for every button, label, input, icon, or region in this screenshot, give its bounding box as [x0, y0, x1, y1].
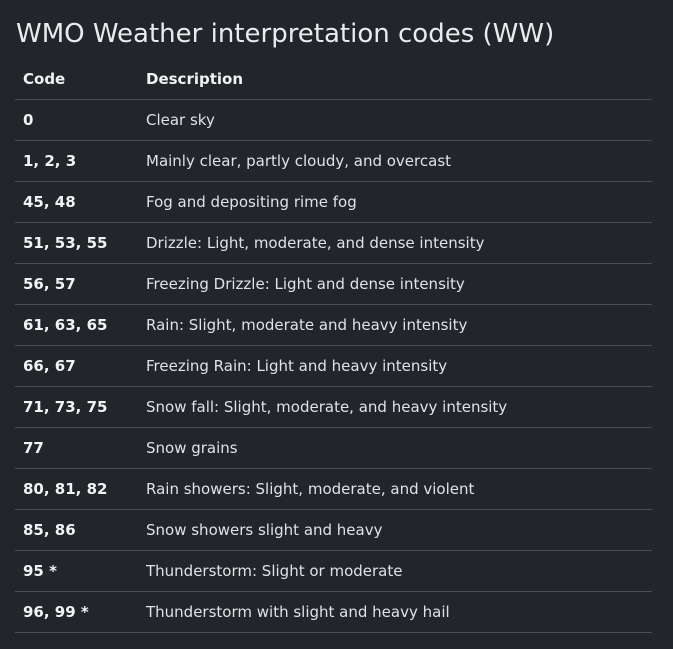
table-row: 71, 73, 75 Snow fall: Slight, moderate, …	[15, 386, 652, 428]
description-cell: Rain: Slight, moderate and heavy intensi…	[138, 304, 652, 346]
description-cell: Clear sky	[138, 99, 652, 141]
code-cell: 71, 73, 75	[15, 386, 138, 428]
table-row: 1, 2, 3 Mainly clear, partly cloudy, and…	[15, 140, 652, 182]
description-cell: Freezing Rain: Light and heavy intensity	[138, 345, 652, 387]
description-cell: Mainly clear, partly cloudy, and overcas…	[138, 140, 652, 182]
table-row: 85, 86 Snow showers slight and heavy	[15, 509, 652, 551]
wmo-codes-table: Code Description 0 Clear sky 1, 2, 3 Mai…	[15, 59, 652, 633]
code-cell: 96, 99 *	[15, 591, 138, 633]
description-cell: Thunderstorm with slight and heavy hail	[138, 591, 652, 633]
table-header: Code Description	[15, 59, 652, 100]
table-row: 95 * Thunderstorm: Slight or moderate	[15, 550, 652, 592]
column-header-code: Code	[15, 59, 138, 100]
page-title: WMO Weather interpretation codes (WW)	[16, 19, 555, 49]
table-row: 51, 53, 55 Drizzle: Light, moderate, and…	[15, 222, 652, 264]
table-row: 77 Snow grains	[15, 427, 652, 469]
code-cell: 0	[15, 99, 138, 141]
code-cell: 45, 48	[15, 181, 138, 223]
code-cell: 61, 63, 65	[15, 304, 138, 346]
description-cell: Snow fall: Slight, moderate, and heavy i…	[138, 386, 652, 428]
code-cell: 51, 53, 55	[15, 222, 138, 264]
code-cell: 1, 2, 3	[15, 140, 138, 182]
table-row: 56, 57 Freezing Drizzle: Light and dense…	[15, 263, 652, 305]
description-cell: Thunderstorm: Slight or moderate	[138, 550, 652, 592]
code-cell: 66, 67	[15, 345, 138, 387]
code-cell: 56, 57	[15, 263, 138, 305]
table-row: 80, 81, 82 Rain showers: Slight, moderat…	[15, 468, 652, 510]
table-row: 45, 48 Fog and depositing rime fog	[15, 181, 652, 223]
table-row: 0 Clear sky	[15, 99, 652, 141]
table-row: 96, 99 * Thunderstorm with slight and he…	[15, 591, 652, 633]
table-row: 61, 63, 65 Rain: Slight, moderate and he…	[15, 304, 652, 346]
column-header-description: Description	[138, 59, 652, 100]
code-cell: 85, 86	[15, 509, 138, 551]
table-row: 66, 67 Freezing Rain: Light and heavy in…	[15, 345, 652, 387]
description-cell: Snow showers slight and heavy	[138, 509, 652, 551]
table-header-row: Code Description	[15, 59, 652, 100]
description-cell: Fog and depositing rime fog	[138, 181, 652, 223]
description-cell: Rain showers: Slight, moderate, and viol…	[138, 468, 652, 510]
table-body: 0 Clear sky 1, 2, 3 Mainly clear, partly…	[15, 99, 652, 633]
description-cell: Drizzle: Light, moderate, and dense inte…	[138, 222, 652, 264]
description-cell: Snow grains	[138, 427, 652, 469]
code-cell: 95 *	[15, 550, 138, 592]
description-cell: Freezing Drizzle: Light and dense intens…	[138, 263, 652, 305]
page: WMO Weather interpretation codes (WW) Co…	[0, 0, 673, 649]
code-cell: 80, 81, 82	[15, 468, 138, 510]
code-cell: 77	[15, 427, 138, 469]
